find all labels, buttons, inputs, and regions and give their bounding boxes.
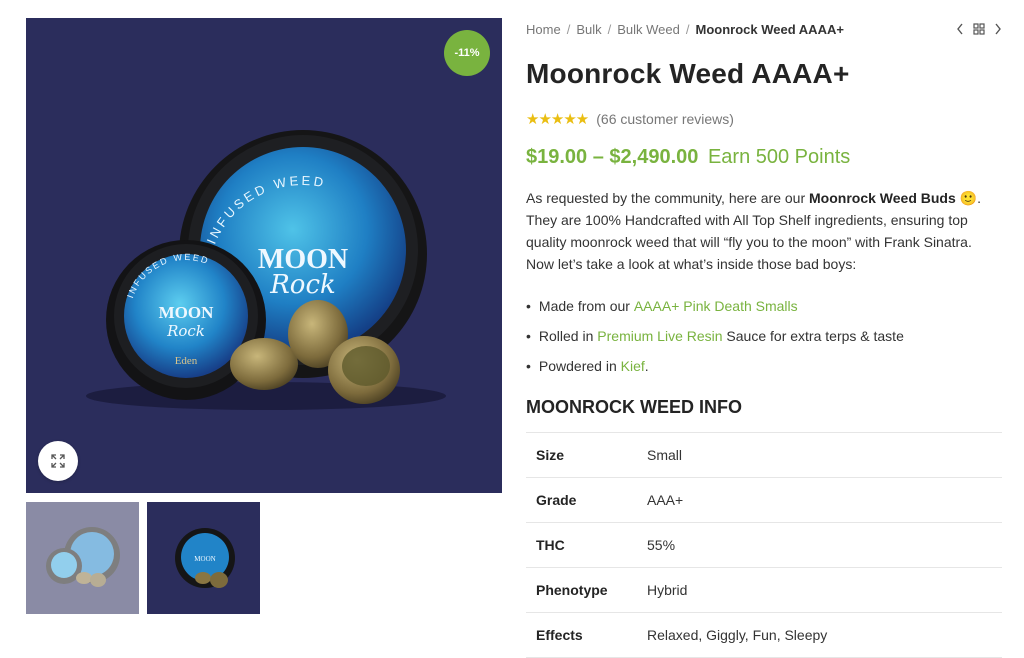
sale-badge: -11% bbox=[444, 30, 490, 76]
feature-link[interactable]: Kief bbox=[621, 358, 645, 374]
product-price: $19.00 – $2,490.00 Earn 500 Points bbox=[526, 146, 1002, 169]
table-value: 55% bbox=[647, 537, 676, 553]
breadcrumb-separator: / bbox=[685, 21, 690, 37]
feature-item: Made from our AAAA+ Pink Death Smalls bbox=[526, 291, 1002, 321]
product-summary: Home / Bulk / Bulk Weed / Moonrock Weed AAAA+ … bbox=[526, 18, 1002, 658]
thumbnail-1[interactable] bbox=[26, 502, 139, 614]
product-gallery: INFUSED WEED MOON Rock INFUSED WEED MOON… bbox=[26, 18, 502, 614]
feature-suffix: . bbox=[644, 358, 649, 374]
feature-item: Rolled in Premium Live Resin Sauce for e… bbox=[526, 321, 1002, 351]
small-tin-brand-text: MOON bbox=[159, 303, 214, 322]
thumbnail-image: MOON bbox=[175, 528, 235, 588]
large-tin-script-text: Rock bbox=[269, 270, 336, 300]
chevron-right-icon[interactable] bbox=[994, 23, 1002, 35]
table-row: Phenotype Hybrid bbox=[526, 568, 1002, 613]
breadcrumb-home[interactable]: Home bbox=[526, 22, 561, 37]
grid-icon[interactable] bbox=[973, 23, 985, 35]
description-bold: Moonrock Weed Buds bbox=[809, 190, 956, 206]
feature-text: Made from our bbox=[538, 298, 630, 314]
small-tin-maker-text: Eden bbox=[175, 355, 198, 367]
product-description: As requested by the community, here are … bbox=[526, 187, 1002, 275]
thumbnail-brand-text: MOON bbox=[194, 555, 215, 563]
feature-text: Powdered in bbox=[538, 358, 617, 374]
feature-link[interactable]: Premium Live Resin bbox=[597, 328, 722, 344]
thumbnail-image bbox=[46, 527, 120, 587]
table-row: Grade AAA+ bbox=[526, 478, 1002, 523]
breadcrumb: Home / Bulk / Bulk Weed / Moonrock Weed AAAA+ bbox=[526, 22, 844, 37]
table-key: Phenotype bbox=[536, 582, 608, 598]
table-key: THC bbox=[536, 537, 565, 553]
table-value: Relaxed, Giggly, Fun, Sleepy bbox=[647, 627, 828, 643]
reviews-link[interactable]: (66 customer reviews) bbox=[596, 111, 734, 127]
feature-link[interactable]: AAAA+ Pink Death Smalls bbox=[634, 298, 798, 314]
breadcrumb-current: Moonrock Weed AAAA+ bbox=[695, 21, 844, 37]
thumbnail-list: MOON bbox=[26, 502, 502, 614]
breadcrumb-separator: / bbox=[607, 21, 612, 37]
table-key: Grade bbox=[536, 492, 577, 508]
table-key: Size bbox=[536, 447, 565, 463]
product-rating: ★★★★★ (66 customer reviews) bbox=[526, 110, 1002, 128]
small-tin-script-text: Rock bbox=[166, 322, 205, 340]
table-row: Effects Relaxed, Giggly, Fun, Sleepy bbox=[526, 613, 1002, 658]
description-intro: As requested by the community, here are … bbox=[526, 190, 809, 206]
table-value: AAA+ bbox=[647, 492, 684, 508]
feature-text: Rolled in bbox=[538, 328, 594, 344]
feature-list: Made from our AAAA+ Pink Death Smalls Ro… bbox=[526, 291, 1002, 381]
table-row: Size Small bbox=[526, 432, 1002, 478]
points-text: Earn 500 Points bbox=[707, 146, 851, 168]
main-product-image[interactable]: INFUSED WEED MOON Rock INFUSED WEED MOON… bbox=[26, 18, 502, 493]
thumbnail-2[interactable]: MOON bbox=[147, 502, 260, 614]
moonrock-tins-image: INFUSED WEED MOON Rock INFUSED WEED MOON… bbox=[86, 130, 446, 410]
table-value: Hybrid bbox=[647, 582, 688, 598]
smile-emoji-icon: 🙂 bbox=[959, 190, 978, 206]
star-rating-icon: ★★★★★ bbox=[526, 111, 589, 128]
product-nav bbox=[956, 23, 1002, 35]
table-row: THC 55% bbox=[526, 523, 1002, 568]
feature-item: Powdered in Kief. bbox=[526, 351, 1002, 381]
expand-icon bbox=[51, 454, 65, 468]
breadcrumb-bulk-weed[interactable]: Bulk Weed bbox=[617, 22, 680, 37]
product-title: Moonrock Weed AAAA+ bbox=[526, 58, 850, 89]
chevron-left-icon[interactable] bbox=[956, 23, 964, 35]
breadcrumb-bulk[interactable]: Bulk bbox=[576, 22, 601, 37]
breadcrumb-separator: / bbox=[566, 21, 571, 37]
breadcrumb-row: Home / Bulk / Bulk Weed / Moonrock Weed AAAA+ bbox=[526, 18, 1002, 40]
table-key: Effects bbox=[536, 627, 583, 643]
info-heading: MOONROCK WEED INFO bbox=[526, 397, 742, 417]
zoom-button[interactable] bbox=[38, 441, 78, 481]
feature-suffix: Sauce for extra terps & taste bbox=[722, 328, 904, 344]
info-table: Size Small Grade AAA+ THC 55% Phenotype Hybr… bbox=[526, 432, 1002, 658]
table-value: Small bbox=[647, 447, 683, 463]
price-range: $19.00 – $2,490.00 bbox=[526, 146, 699, 168]
